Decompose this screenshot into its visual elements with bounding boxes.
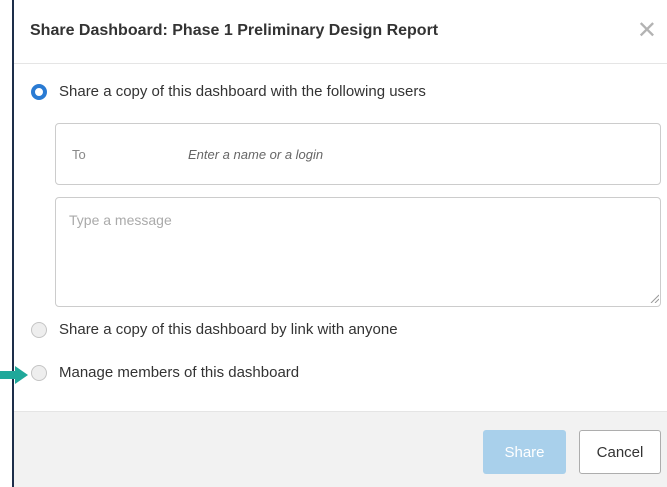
share-dashboard-dialog: Share Dashboard: Phase 1 Preliminary Des… [12, 0, 667, 487]
option-share-by-link[interactable]: Share a copy of this dashboard by link w… [31, 321, 398, 338]
arrow-right-icon [0, 366, 28, 384]
message-textarea[interactable] [55, 197, 661, 307]
dialog-footer: Share Cancel [14, 411, 667, 487]
radio-manage-members[interactable] [31, 364, 47, 381]
cancel-button[interactable]: Cancel [579, 430, 661, 474]
dialog-header: Share Dashboard: Phase 1 Preliminary Des… [14, 0, 667, 64]
recipient-input[interactable] [188, 142, 638, 166]
radio-share-with-users[interactable] [31, 83, 47, 100]
option-share-with-users[interactable]: Share a copy of this dashboard with the … [31, 83, 426, 100]
option-share-by-link-label: Share a copy of this dashboard by link w… [59, 321, 398, 338]
dialog-title: Share Dashboard: Phase 1 Preliminary Des… [30, 22, 439, 39]
option-manage-members-label: Manage members of this dashboard [59, 364, 300, 381]
option-manage-members[interactable]: Manage members of this dashboard [31, 364, 299, 381]
to-field[interactable]: To [55, 123, 661, 185]
option-share-with-users-label: Share a copy of this dashboard with the … [59, 83, 426, 100]
to-label: To [72, 147, 86, 162]
resize-grip-icon[interactable] [650, 294, 659, 303]
share-button[interactable]: Share [483, 430, 566, 474]
radio-share-by-link[interactable] [31, 321, 47, 338]
close-icon[interactable]: ✕ [637, 18, 657, 42]
